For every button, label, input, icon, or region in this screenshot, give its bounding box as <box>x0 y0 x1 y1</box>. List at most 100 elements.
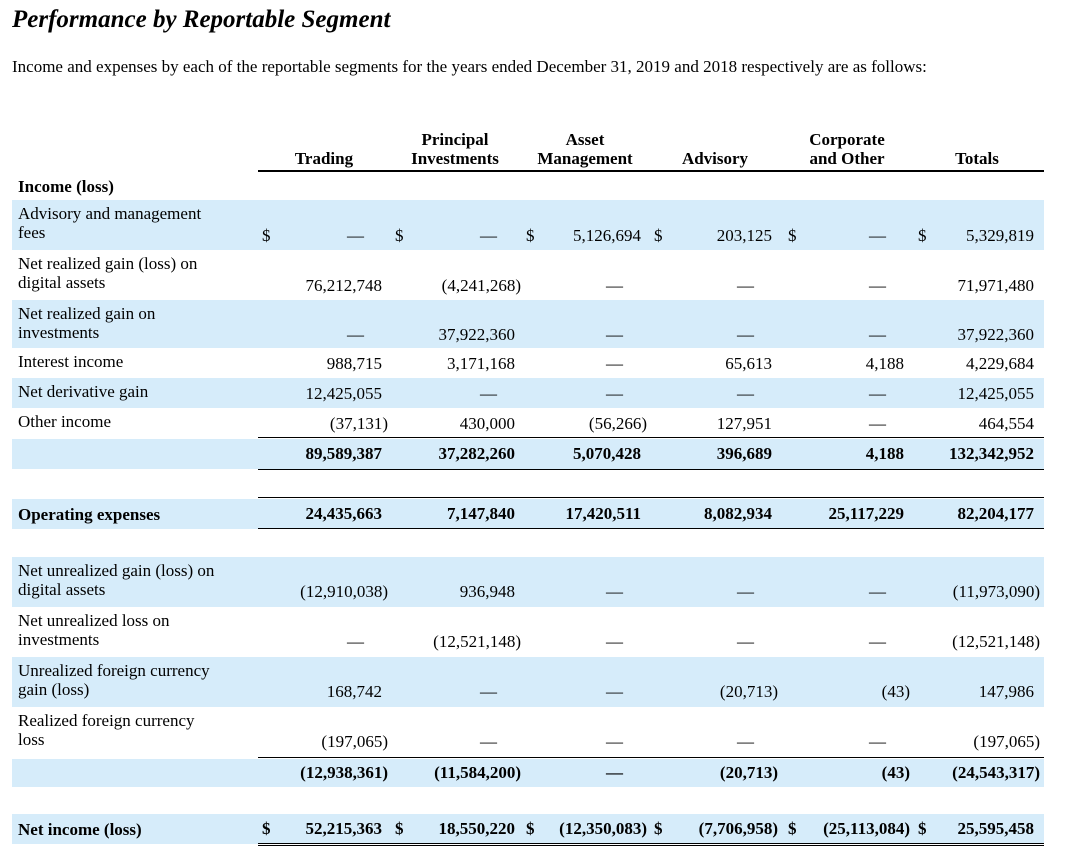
value-cell: (24,543,317) <box>952 763 1040 782</box>
value-cell: 4,229,684 <box>966 354 1034 373</box>
value-cell: — <box>606 682 623 701</box>
dollar-sign: $ <box>654 226 663 245</box>
value-cell: — <box>869 582 886 601</box>
dollar-sign: $ <box>395 819 404 838</box>
value-cell: 936,948 <box>459 582 515 601</box>
value-cell: 25,117,229 <box>828 504 904 523</box>
value-cell: 76,212,748 <box>305 276 383 295</box>
value-cell: — <box>737 384 754 403</box>
value-cell: 4,188 <box>865 354 904 373</box>
value-cell: (197,065) <box>321 732 388 751</box>
value-cell: — <box>869 384 886 403</box>
row-label: Realized foreign currency loss <box>18 711 195 749</box>
value-cell: 988,715 <box>326 354 382 373</box>
value-cell: (7,706,958) <box>698 819 778 838</box>
value-cell: (12,521,148) <box>952 632 1040 651</box>
value-cell: 65,613 <box>725 354 772 373</box>
dollar-sign: $ <box>788 819 797 838</box>
value-cell: (12,350,083) <box>559 819 647 838</box>
value-cell: — <box>606 325 623 344</box>
row-shade <box>12 378 1044 408</box>
value-cell: — <box>480 226 497 245</box>
row-label: Net unrealized gain (loss) on digital as… <box>18 561 215 599</box>
value-cell: — <box>606 632 623 651</box>
value-cell: 203,125 <box>716 226 772 245</box>
value-cell: — <box>869 414 886 433</box>
value-cell: 71,971,480 <box>957 276 1035 295</box>
value-cell: 17,420,511 <box>565 504 641 523</box>
dollar-sign: $ <box>526 226 535 245</box>
value-cell: — <box>606 354 623 373</box>
header-rule <box>258 170 1044 172</box>
row-label: Interest income <box>18 352 124 371</box>
row-label: Net unrealized loss on investments <box>18 611 170 649</box>
section-label-opex: Operating expenses <box>18 505 161 524</box>
value-cell: (20,713) <box>719 763 778 782</box>
value-cell: (43) <box>881 682 910 701</box>
value-cell: — <box>737 632 754 651</box>
value-cell: (11,584,200) <box>434 763 521 782</box>
value-cell: — <box>347 325 364 344</box>
value-cell: 3,171,168 <box>447 354 515 373</box>
value-cell: (43) <box>881 763 910 782</box>
value-cell: (11,973,090) <box>952 582 1040 601</box>
dollar-sign: $ <box>654 819 663 838</box>
value-cell: (25,113,084) <box>823 819 910 838</box>
value-cell: 37,922,360 <box>438 325 516 344</box>
value-cell: 12,425,055 <box>957 384 1035 403</box>
value-cell: (37,131) <box>329 414 388 433</box>
value-cell: 464,554 <box>978 414 1034 433</box>
value-cell: — <box>606 732 623 751</box>
row-label: Advisory and management fees <box>18 204 202 242</box>
total-rule <box>258 469 1044 470</box>
value-cell: — <box>869 276 886 295</box>
value-cell: 8,082,934 <box>704 504 772 523</box>
value-cell: — <box>480 682 497 701</box>
value-cell: (12,521,148) <box>433 632 521 651</box>
net-double-rule <box>258 843 1044 849</box>
value-cell: — <box>869 732 886 751</box>
value-cell: — <box>737 732 754 751</box>
value-cell: — <box>869 632 886 651</box>
section-label-income: Income (loss) <box>18 177 114 196</box>
value-cell: 132,342,952 <box>949 444 1034 463</box>
row-shade <box>12 300 1044 348</box>
dollar-sign: $ <box>918 819 927 838</box>
value-cell: 7,147,840 <box>447 504 515 523</box>
opex-bottom-rule <box>258 528 1044 529</box>
value-cell: 396,689 <box>716 444 772 463</box>
value-cell: 12,425,055 <box>305 384 383 403</box>
dollar-sign: $ <box>526 819 535 838</box>
section-label-net-income: Net income (loss) <box>18 820 142 839</box>
dollar-sign: $ <box>918 226 927 245</box>
value-cell: 127,951 <box>716 414 772 433</box>
value-cell: — <box>347 632 364 651</box>
value-cell: 25,595,458 <box>957 819 1035 838</box>
value-cell: (12,938,361) <box>300 763 388 782</box>
value-cell: — <box>606 763 623 782</box>
value-cell: — <box>480 732 497 751</box>
value-cell: — <box>480 384 497 403</box>
value-cell: 18,550,220 <box>438 819 516 838</box>
value-cell: 37,282,260 <box>438 444 516 463</box>
value-cell: (197,065) <box>973 732 1040 751</box>
value-cell: 5,329,819 <box>966 226 1034 245</box>
value-cell: — <box>347 226 364 245</box>
subtotal-rule <box>258 757 1044 758</box>
value-cell: 5,070,428 <box>573 444 641 463</box>
column-header: Totals <box>955 149 999 168</box>
value-cell: 430,000 <box>459 414 515 433</box>
row-label: Other income <box>18 412 111 431</box>
dollar-sign: $ <box>262 226 271 245</box>
row-label: Unrealized foreign currency gain (loss) <box>18 661 210 699</box>
value-cell: 147,986 <box>978 682 1034 701</box>
value-cell: — <box>869 226 886 245</box>
value-cell: 37,922,360 <box>957 325 1035 344</box>
row-label: Net derivative gain <box>18 382 149 401</box>
value-cell: 89,589,387 <box>305 444 383 463</box>
value-cell: 24,435,663 <box>305 504 383 523</box>
value-cell: 52,215,363 <box>305 819 383 838</box>
segment-table: Trading Principal Investments Asset Manage… <box>0 0 1065 868</box>
value-cell: — <box>606 582 623 601</box>
value-cell: (20,713) <box>719 682 778 701</box>
